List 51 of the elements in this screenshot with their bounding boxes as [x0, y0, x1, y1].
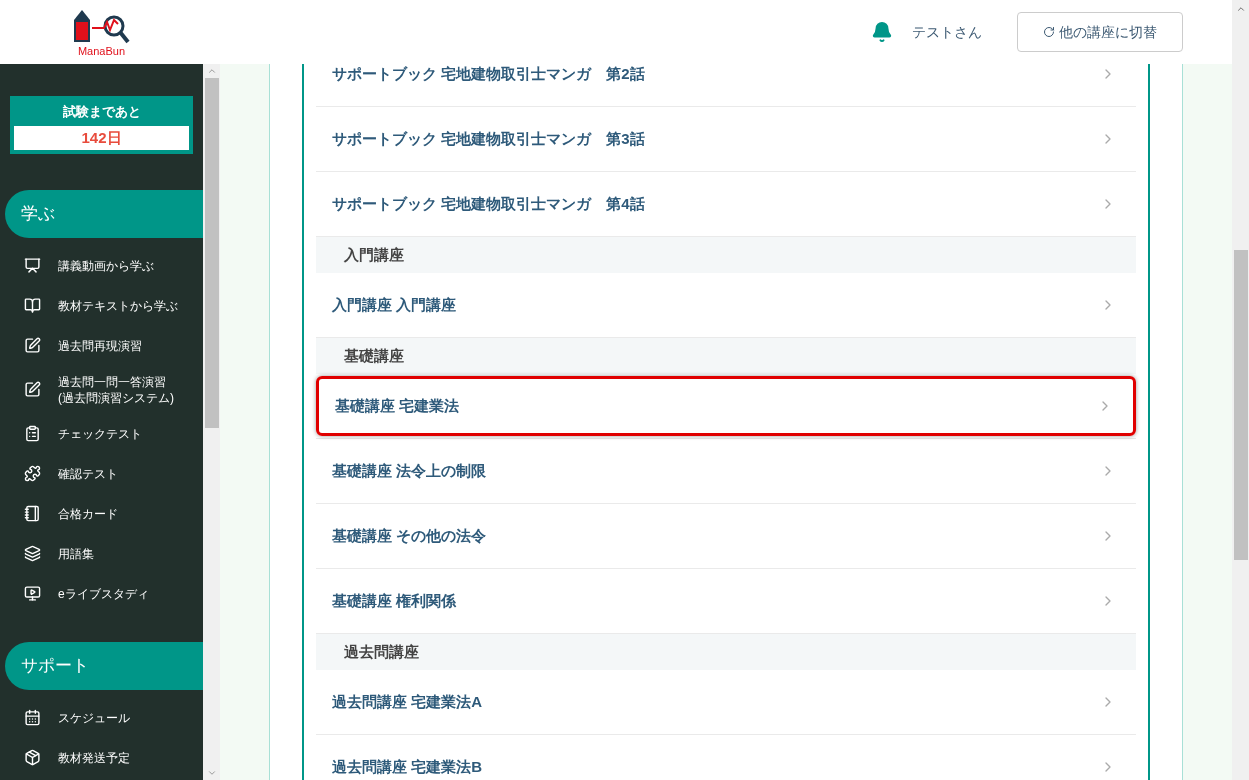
book-icon: [24, 297, 41, 314]
puzzle-icon: [24, 465, 41, 482]
sidebar-section-header[interactable]: サポート: [5, 641, 203, 690]
countdown-days: 142日: [14, 125, 189, 150]
monitor-play-icon: [24, 585, 41, 602]
sidebar-item[interactable]: eライブスタディ: [0, 573, 203, 614]
checklist-icon: [24, 425, 41, 442]
sidebar-item[interactable]: 講義動画から学ぶ: [0, 245, 203, 286]
refresh-icon: [1043, 26, 1055, 38]
edit-icon: [24, 381, 41, 398]
notebook-icon: [24, 505, 41, 522]
sidebar-item[interactable]: 合格カード: [0, 493, 203, 534]
sidebar-item[interactable]: 教材発送予定: [0, 737, 203, 778]
user-name[interactable]: テストさん: [907, 21, 987, 43]
calendar-icon: [24, 709, 41, 726]
notification-bell-icon[interactable]: [871, 21, 893, 43]
scroll-up-icon[interactable]: [206, 66, 217, 76]
course-list-item[interactable]: 基礎講座 法令上の制限: [316, 439, 1136, 503]
page-scrollbar[interactable]: [1232, 0, 1249, 780]
scroll-up-icon[interactable]: [1235, 4, 1246, 14]
sidebar-item[interactable]: 確認テスト: [0, 453, 203, 494]
box-icon: [24, 749, 41, 766]
edit-icon: [24, 337, 41, 354]
switch-course-button[interactable]: 他の講座に切替: [1017, 12, 1183, 52]
course-list-item[interactable]: 基礎講座 権利関係: [316, 569, 1136, 633]
sidebar-scrollbar[interactable]: [203, 64, 220, 780]
scrollbar-thumb[interactable]: [1233, 250, 1248, 560]
scroll-down-icon[interactable]: [206, 768, 217, 778]
course-list-item[interactable]: 基礎講座 宅建業法: [316, 376, 1136, 436]
course-list-item[interactable]: 基礎講座 その他の法令: [316, 504, 1136, 568]
sidebar-item[interactable]: スケジュール: [0, 697, 203, 738]
course-list-item[interactable]: 過去問講座 宅建業法B: [316, 735, 1136, 780]
course-list-item[interactable]: サポートブック 宅地建物取引士マンガ 第3話: [316, 107, 1136, 171]
list-section-header: 基礎講座: [316, 338, 1136, 374]
course-list-item[interactable]: 過去問講座 宅建業法A: [316, 670, 1136, 734]
stack-icon: [24, 545, 41, 562]
sidebar-item[interactable]: 過去問再現演習: [0, 325, 203, 366]
course-list-item[interactable]: サポートブック 宅地建物取引士マンガ 第2話: [316, 64, 1136, 106]
course-list-item[interactable]: 入門講座 入門講座: [316, 273, 1136, 337]
logo-text: ManaBun: [77, 45, 126, 57]
sidebar-item[interactable]: 教材テキストから学ぶ: [0, 285, 203, 326]
list-section-header: 入門講座: [316, 237, 1136, 273]
logo[interactable]: ManaBun: [73, 7, 130, 57]
sidebar-section-header[interactable]: 学ぶ: [5, 189, 203, 238]
scrollbar-thumb[interactable]: [204, 78, 219, 428]
sidebar-item[interactable]: 過去問一問一答演習 (過去問演習システム): [0, 365, 203, 414]
course-list-item[interactable]: サポートブック 宅地建物取引士マンガ 第4話: [316, 172, 1136, 236]
sidebar-item[interactable]: 用語集: [0, 533, 203, 574]
sidebar-item[interactable]: チェックテスト: [0, 413, 203, 454]
countdown-label: 試験まであと: [62, 103, 141, 121]
list-section-header: 過去問講座: [316, 634, 1136, 670]
